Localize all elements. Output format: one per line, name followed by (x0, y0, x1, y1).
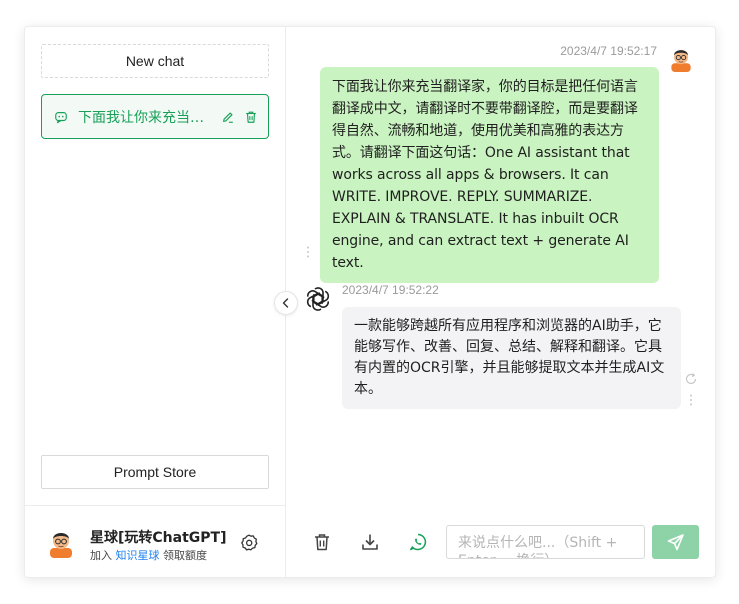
trash-icon (315, 534, 329, 551)
chevron-left-icon (282, 298, 289, 308)
composer-bar (286, 505, 715, 579)
user-message-bubble: 下面我让你来充当翻译家，你的目标是把任何语言翻译成中文，请翻译时不要带翻译腔，而… (320, 67, 659, 283)
send-button[interactable] (652, 525, 699, 559)
user-desc-prefix: 加入 (90, 549, 116, 562)
more-options-icon[interactable] (304, 245, 312, 259)
user-message-avatar (667, 44, 695, 72)
conversation-title: 下面我让你来充当翻译家，你的目标是把任何语言翻译成中文 (78, 109, 212, 126)
chat-bubble-icon (55, 111, 67, 123)
regenerate-icon[interactable] (684, 372, 698, 386)
user-avatar (45, 526, 77, 558)
new-chat-button[interactable]: New chat (41, 44, 269, 78)
edit-icon[interactable] (221, 110, 235, 124)
user-description: 加入 知识星球 领取额度 (90, 547, 207, 563)
user-info-footer: 星球[玩转ChatGPT] 加入 知识星球 领取额度 (25, 505, 285, 579)
prompt-store-button[interactable]: Prompt Store (41, 455, 269, 489)
chat-app-window: New chat 下面我让你来充当翻译家，你的目标是把任何语言翻译成中文 Pro… (24, 26, 716, 578)
user-desc-suffix: 领取额度 (159, 549, 207, 562)
send-icon (667, 534, 684, 551)
conversation-item[interactable]: 下面我让你来充当翻译家，你的目标是把任何语言翻译成中文 (41, 94, 269, 139)
download-icon (362, 534, 378, 550)
user-name: 星球[玩转ChatGPT] (90, 530, 227, 546)
sidebar: New chat 下面我让你来充当翻译家，你的目标是把任何语言翻译成中文 Pro… (25, 27, 286, 577)
settings-gear-icon[interactable] (239, 533, 259, 553)
openai-logo-icon (306, 287, 330, 311)
message-input[interactable] (446, 525, 645, 559)
collapse-sidebar-button[interactable] (274, 291, 298, 315)
assistant-message-bubble: 一款能够跨越所有应用程序和浏览器的AI助手，它能够写作、改善、回复、总结、解释和… (342, 307, 681, 409)
export-button[interactable] (358, 530, 382, 554)
chat-main: 2023/4/7 19:52:17 下面我让你来充当翻译家，你的目标是把任何语言… (286, 27, 715, 577)
context-toggle-button[interactable] (406, 530, 430, 554)
knowledge-planet-link[interactable]: 知识星球 (116, 549, 160, 562)
message-timestamp: 2023/4/7 19:52:17 (560, 44, 657, 58)
clear-chat-button[interactable] (310, 530, 334, 554)
whatsapp-icon (410, 533, 427, 551)
more-options-icon[interactable] (687, 393, 695, 407)
trash-icon[interactable] (244, 110, 258, 124)
message-timestamp: 2023/4/7 19:52:22 (342, 283, 439, 297)
